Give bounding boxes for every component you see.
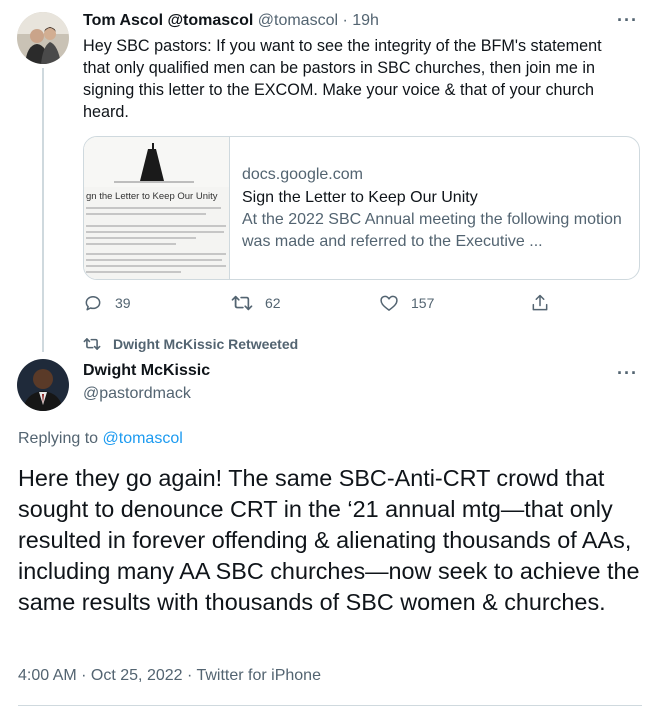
reply-button[interactable]: 39: [83, 293, 131, 313]
tweet1-display-name[interactable]: Tom Ascol @tomascol: [83, 12, 253, 29]
card-body: docs.google.com Sign the Letter to Keep …: [230, 137, 622, 279]
retweeted-by-label[interactable]: Dwight McKissic Retweeted: [83, 336, 298, 352]
card-thumbnail: gn the Letter to Keep Our Unity: [84, 137, 230, 279]
card-description: At the 2022 SBC Annual meeting the follo…: [242, 211, 622, 250]
tweet1-time[interactable]: 19h: [352, 12, 379, 29]
like-count: 157: [411, 295, 435, 311]
reply-icon: [85, 296, 101, 311]
tweet2-handle[interactable]: @pastordmack: [83, 385, 191, 403]
card-domain: docs.google.com: [242, 166, 363, 183]
tweet2-avatar[interactable]: [17, 359, 69, 411]
replying-to-line: Replying to @tomascol: [18, 430, 183, 448]
card-title: Sign the Letter to Keep Our Unity: [242, 189, 478, 206]
thread-connector-line: [42, 68, 44, 352]
replying-to-prefix: Replying to: [18, 430, 99, 447]
retweeted-by-text: Dwight McKissic Retweeted: [113, 336, 299, 352]
share-button[interactable]: [530, 293, 550, 313]
tweet1-action-bar: 39 62 157: [83, 293, 563, 315]
card-thumbnail-heading: gn the Letter to Keep Our Unity: [86, 191, 218, 202]
steeple-image: [84, 137, 229, 187]
tweet1-more-icon[interactable]: ···: [617, 10, 638, 31]
reply-count: 39: [115, 295, 131, 311]
share-icon: [532, 294, 548, 311]
heart-icon: [380, 295, 398, 311]
divider: [18, 705, 642, 706]
retweet-count: 62: [265, 295, 281, 311]
tweet2-display-name[interactable]: Dwight McKissic: [83, 362, 210, 380]
tweet1-avatar[interactable]: [17, 12, 69, 64]
tweet2-timestamp-meta[interactable]: 4:00 AM · Oct 25, 2022 · Twitter for iPh…: [18, 667, 321, 685]
tweet2-text: Here they go again! The same SBC-Anti-CR…: [18, 465, 640, 615]
retweet-icon: [83, 338, 101, 350]
link-preview-card[interactable]: gn the Letter to Keep Our Unity docs.goo…: [83, 136, 640, 280]
tweet2-more-icon[interactable]: ···: [617, 363, 638, 384]
like-button[interactable]: 157: [379, 293, 434, 313]
tweet1-handle[interactable]: @tomascol: [258, 12, 338, 29]
retweet-button[interactable]: 62: [231, 293, 281, 313]
retweet-icon: [231, 295, 253, 311]
replying-to-link[interactable]: @tomascol: [103, 430, 183, 447]
tweet1-text: Hey SBC pastors: If you want to see the …: [83, 37, 602, 121]
tweet1-header: Tom Ascol @tomascol @tomascol · 19h: [83, 12, 379, 30]
tweet1-separator: ·: [342, 12, 348, 29]
